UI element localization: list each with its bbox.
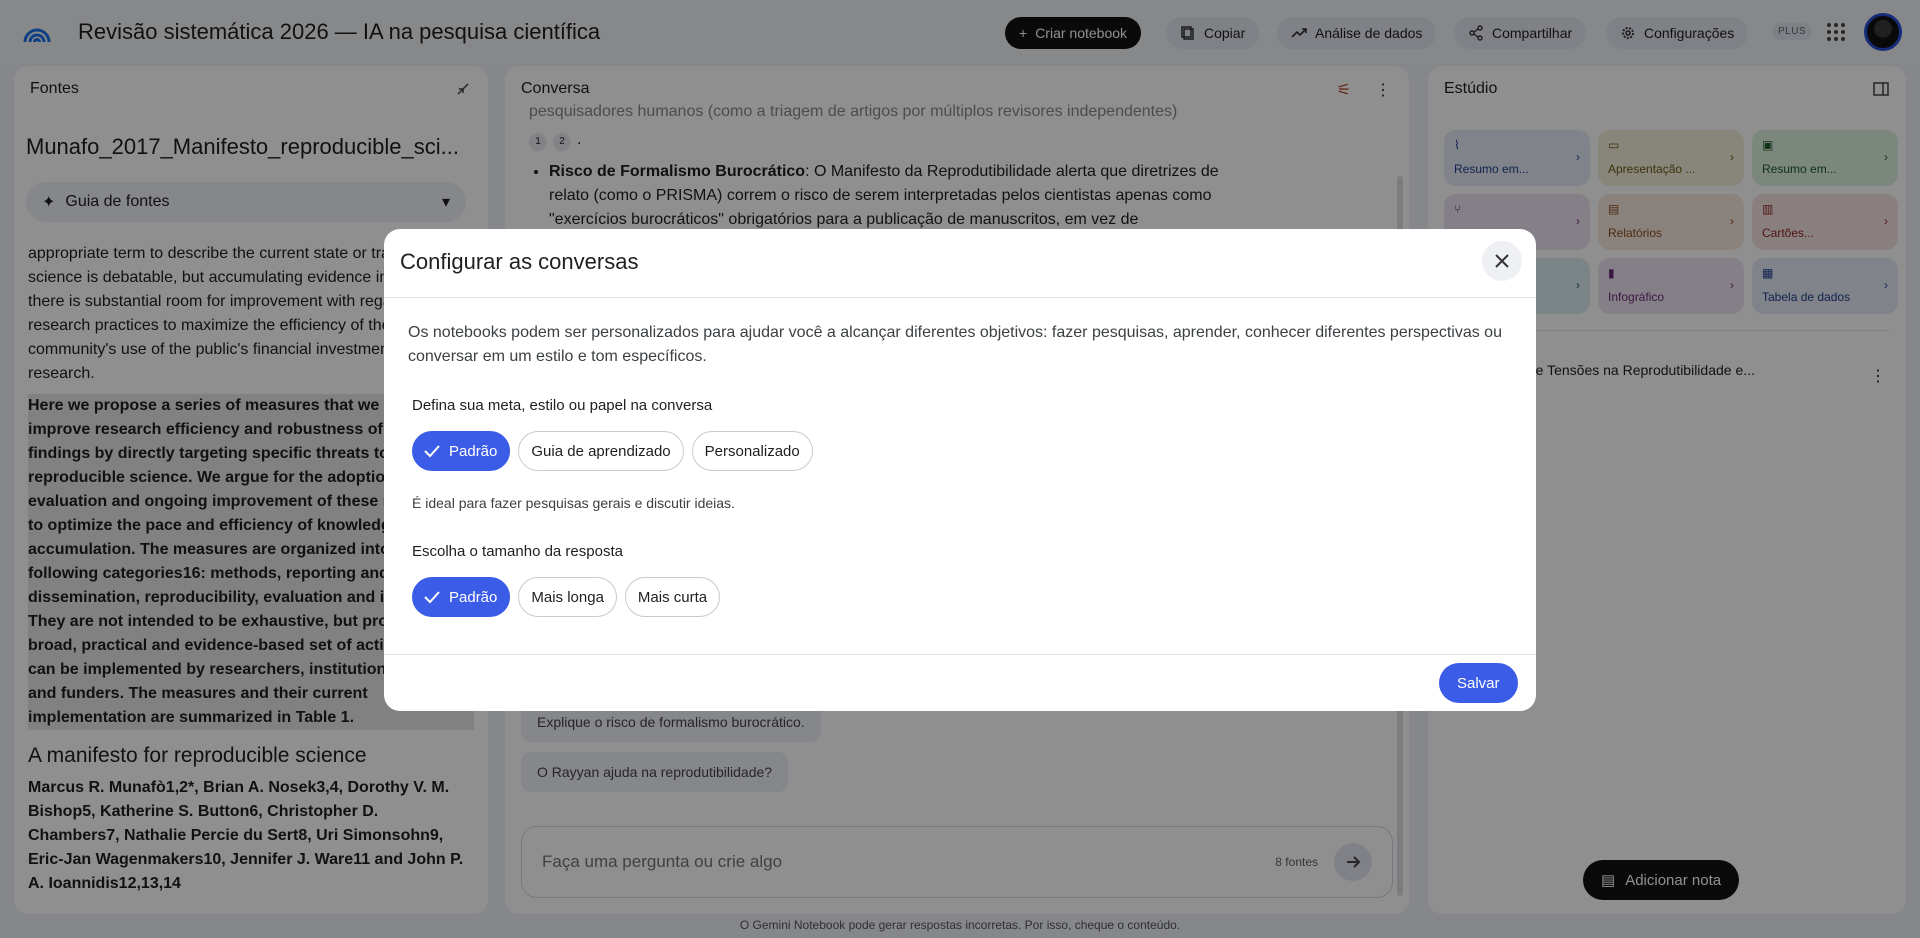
chip-label: Padrão	[449, 442, 498, 460]
check-icon	[424, 445, 440, 458]
configure-chat-dialog: Configurar as conversas Os notebooks pod…	[384, 229, 1536, 711]
dialog-description: Os notebooks podem ser personalizados pa…	[408, 324, 1502, 365]
length-option-default[interactable]: Padrão	[412, 577, 511, 617]
goal-label: Defina sua meta, estilo ou papel na conv…	[412, 397, 713, 414]
dialog-divider	[384, 654, 1536, 655]
length-options: Padrão Mais longa Mais curta	[412, 577, 721, 617]
close-icon	[1495, 254, 1509, 268]
chip-label: Padrão	[449, 588, 498, 606]
goal-option-custom[interactable]: Personalizado	[691, 431, 813, 471]
save-button[interactable]: Salvar	[1439, 663, 1518, 703]
goal-option-default[interactable]: Padrão	[412, 431, 511, 471]
goal-option-learning-guide[interactable]: Guia de aprendizado	[518, 431, 684, 471]
dialog-title: Configurar as conversas	[400, 249, 639, 274]
goal-options: Padrão Guia de aprendizado Personalizado	[412, 431, 813, 471]
close-button[interactable]	[1482, 241, 1522, 281]
length-label: Escolha o tamanho da resposta	[412, 543, 623, 560]
length-option-shorter[interactable]: Mais curta	[624, 577, 721, 617]
check-icon	[424, 591, 440, 604]
goal-hint: É ideal para fazer pesquisas gerais e di…	[412, 495, 735, 511]
length-option-longer[interactable]: Mais longa	[518, 577, 617, 617]
dialog-divider	[384, 297, 1536, 298]
